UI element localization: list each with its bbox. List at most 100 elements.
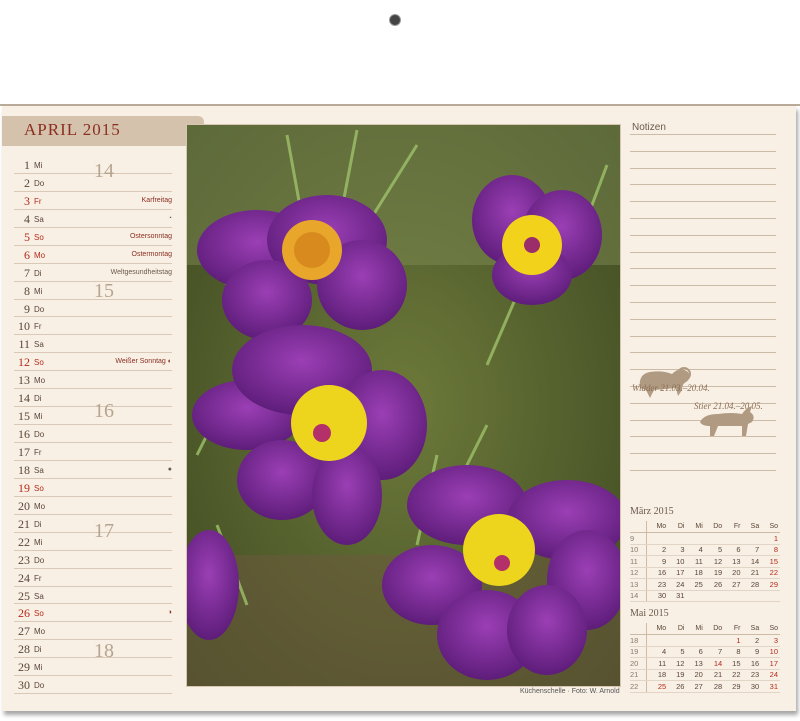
calendar-day: 29 bbox=[761, 578, 780, 591]
calendar-day: 1 bbox=[724, 634, 743, 647]
calendar-day bbox=[761, 590, 780, 602]
calendar-header: Do bbox=[704, 521, 725, 533]
note-line bbox=[630, 453, 776, 455]
pasque-flower-image bbox=[187, 125, 620, 686]
calendar-day: 19 bbox=[704, 567, 725, 579]
weekday: Fr bbox=[34, 448, 42, 457]
day-row: 12 So Weißer Sonntag ◐ bbox=[14, 353, 172, 372]
mini-calendar-title: Mai 2015 bbox=[630, 608, 669, 619]
month-title: APRIL 2015 bbox=[24, 120, 121, 139]
calendar-week: 21 18 19 20 21 22 23 24 bbox=[630, 669, 780, 681]
weekday: Mo bbox=[34, 376, 46, 386]
day-number: 26 bbox=[18, 606, 30, 621]
day-number: 13 bbox=[18, 373, 30, 388]
day-row: 5 So Ostersonntag bbox=[14, 228, 172, 246]
day-row: 21 Di bbox=[14, 515, 172, 533]
weekday: Sa bbox=[34, 465, 44, 475]
calendar-day: 4 bbox=[646, 646, 669, 658]
note-line bbox=[630, 134, 776, 135]
day-number: 2 bbox=[24, 175, 30, 190]
calendar-day: 6 bbox=[686, 646, 705, 658]
note-line bbox=[630, 218, 776, 219]
calendar-day: 4 bbox=[686, 544, 705, 556]
day-row: 19 So bbox=[14, 479, 172, 497]
calendar-day: 25 bbox=[646, 680, 669, 693]
calendar-day: 1 bbox=[761, 532, 780, 545]
calendar-header: Sa bbox=[742, 521, 762, 533]
day-event: Ostersonntag bbox=[129, 232, 172, 240]
weekday: Mi bbox=[34, 537, 43, 547]
day-number: 11 bbox=[18, 337, 30, 352]
weekday: Mi bbox=[34, 161, 43, 170]
calendar-day: 30 bbox=[742, 680, 762, 693]
calendar-header: Fr bbox=[724, 623, 743, 635]
calendar-week: 20 11 12 13 14 15 16 17 bbox=[630, 657, 780, 670]
calendar-day: 10 bbox=[668, 555, 687, 568]
note-line bbox=[630, 184, 776, 186]
calendar-day: 10 bbox=[761, 646, 780, 658]
calendar-day: 28 bbox=[704, 680, 725, 693]
calendar-week: 13 23 24 25 26 27 28 29 bbox=[630, 578, 780, 591]
day-row: 2 Do bbox=[14, 174, 172, 192]
calendar-header: Mi bbox=[686, 521, 705, 533]
note-line bbox=[630, 352, 776, 354]
calendar-day: 15 bbox=[724, 657, 743, 670]
calendar-day: 13 bbox=[686, 657, 705, 670]
week-number: 18 bbox=[94, 640, 114, 662]
day-row: 17 Fr bbox=[14, 443, 172, 461]
calendar-day: 16 bbox=[742, 657, 762, 670]
weekday: Sa bbox=[34, 591, 44, 601]
weekday: Do bbox=[34, 555, 45, 565]
day-number: 10 bbox=[18, 319, 30, 334]
calendar-week-number: 21 bbox=[630, 669, 647, 681]
day-number: 7 bbox=[24, 265, 30, 280]
calendar-day bbox=[742, 590, 762, 602]
calendar-day: 31 bbox=[761, 680, 780, 693]
day-number: 17 bbox=[18, 445, 30, 459]
calendar-week: 22 25 26 27 28 29 30 31 bbox=[630, 680, 780, 693]
calendar-day bbox=[646, 532, 669, 545]
note-line bbox=[630, 470, 776, 471]
calendar-day: 9 bbox=[742, 646, 762, 658]
calendar-day: 2 bbox=[742, 634, 762, 647]
day-number: 12 bbox=[18, 355, 30, 370]
hanging-hole bbox=[389, 14, 401, 26]
calendar-day: 5 bbox=[704, 544, 725, 556]
calendar-week-number: 14 bbox=[630, 590, 647, 602]
calendar-day: 24 bbox=[668, 578, 687, 591]
day-event: ◑ bbox=[167, 609, 172, 617]
weekday: Do bbox=[34, 430, 45, 440]
calendar-day: 21 bbox=[704, 669, 725, 681]
weekday: So bbox=[34, 609, 44, 619]
day-row: 10 Fr bbox=[14, 317, 172, 336]
week-number: 17 bbox=[94, 520, 114, 542]
notes-title: Notizen bbox=[632, 122, 666, 133]
calendar-day: 8 bbox=[724, 646, 743, 658]
calendar-week: 91 bbox=[630, 532, 780, 545]
calendar-header: Fr bbox=[724, 521, 743, 533]
calendar-day: 17 bbox=[761, 657, 780, 670]
day-event: Weißer Sonntag ◐ bbox=[115, 358, 172, 366]
day-row: 24 Fr bbox=[14, 569, 172, 587]
day-number: 21 bbox=[18, 516, 30, 531]
calendar-week-number: 13 bbox=[630, 578, 647, 591]
calendar-day: 12 bbox=[704, 555, 725, 568]
day-number: 22 bbox=[18, 534, 30, 549]
weekday: Mi bbox=[34, 663, 43, 673]
calendar-day: 22 bbox=[761, 567, 780, 579]
calendar-day: 29 bbox=[724, 680, 743, 693]
weekday: Mo bbox=[34, 250, 46, 260]
weekday: Di bbox=[34, 645, 42, 655]
calendar-day: 27 bbox=[686, 680, 705, 693]
calendar-day: 24 bbox=[761, 669, 780, 681]
calendar-week-number: 10 bbox=[630, 544, 647, 556]
calendar-day bbox=[704, 532, 725, 545]
calendar-day bbox=[668, 634, 687, 647]
day-event: Ostermontag bbox=[131, 250, 172, 258]
calendar-week: 10 2 3 4 5 6 7 8 bbox=[630, 544, 780, 556]
day-number: 5 bbox=[24, 229, 30, 244]
day-row: 20 Mo bbox=[14, 497, 172, 515]
calendar-week-number: 22 bbox=[630, 680, 647, 693]
weekday: Do bbox=[34, 178, 45, 188]
day-row: 28 Di bbox=[14, 640, 172, 659]
